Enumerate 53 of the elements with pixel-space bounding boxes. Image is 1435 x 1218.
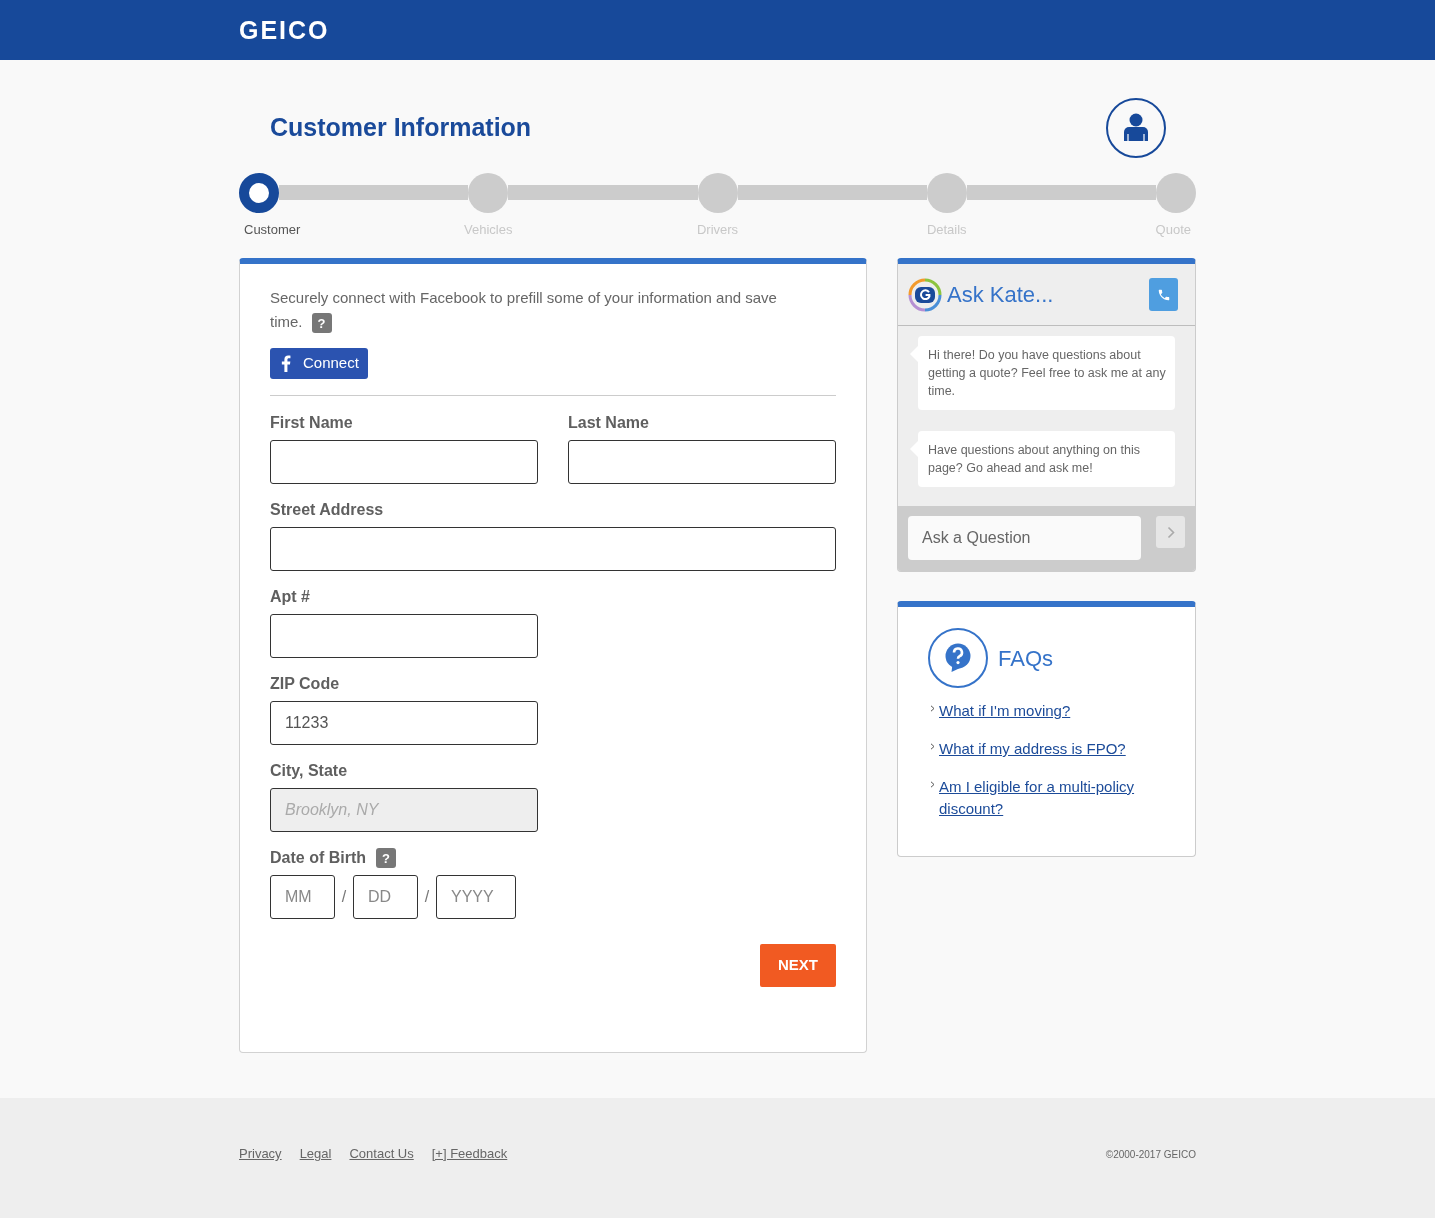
- input-field[interactable]: [568, 440, 836, 484]
- footer-link[interactable]: Legal: [299, 1145, 332, 1163]
- input-field[interactable]: 11233: [270, 701, 538, 745]
- date-separator: /: [424, 887, 430, 907]
- field-label: Date of Birth: [270, 848, 366, 868]
- chevron-right-icon: [930, 705, 935, 712]
- input-field[interactable]: [270, 527, 836, 571]
- field-label: Apt #: [270, 587, 310, 607]
- footer-link[interactable]: Privacy: [239, 1145, 282, 1163]
- field-label: City, State: [270, 761, 348, 781]
- step-marker[interactable]: [468, 173, 509, 213]
- chat-title: Ask Kate...: [947, 281, 1054, 309]
- step-marker[interactable]: [697, 173, 738, 213]
- site-logo[interactable]: GEICO: [239, 17, 330, 43]
- field-label: ZIP Code: [270, 674, 340, 694]
- step-marker[interactable]: [926, 173, 967, 213]
- help-button[interactable]: ?: [376, 848, 396, 868]
- facebook-icon: [281, 355, 291, 372]
- field-label: First Name: [270, 413, 353, 433]
- person-icon[interactable]: [1106, 98, 1166, 158]
- step-marker[interactable]: [1156, 173, 1196, 213]
- input-field[interactable]: [270, 614, 538, 658]
- chat-message: Have questions about anything on this page? Go ahead and ask me!: [910, 431, 1175, 487]
- next-button[interactable]: NEXT: [760, 944, 836, 987]
- field-label: Street Address: [270, 500, 384, 520]
- step-marker[interactable]: [239, 173, 279, 213]
- chevron-right-icon: [1166, 525, 1175, 539]
- faq-link[interactable]: What if I'm moving?: [939, 700, 1071, 722]
- footer-link[interactable]: Contact Us: [349, 1145, 414, 1163]
- date-separator: /: [341, 887, 347, 907]
- chevron-right-icon: [930, 743, 935, 750]
- help-button[interactable]: ?: [311, 313, 332, 334]
- question-field[interactable]: Ask a Question: [908, 516, 1141, 560]
- field-label: Last Name: [568, 413, 649, 433]
- call-button[interactable]: [1149, 278, 1178, 311]
- chat-message: Hi there! Do you have questions about getting a quote? Feel free to ask me at any time.: [910, 336, 1175, 410]
- step-label: Customer: [244, 221, 301, 239]
- page-title: Customer Information: [269, 112, 532, 144]
- connect-button[interactable]: Connect: [270, 348, 368, 379]
- chevron-right-icon: [930, 781, 935, 788]
- date-field[interactable]: YYYY: [436, 875, 516, 919]
- date-field[interactable]: MM: [270, 875, 335, 919]
- input-field[interactable]: [270, 440, 538, 484]
- faq-link[interactable]: What if my address is FPO?: [939, 738, 1126, 760]
- phone-icon: [1156, 287, 1171, 302]
- copyright-text: ©2000-2017 GEICO: [1105, 1147, 1196, 1162]
- faq-link[interactable]: Am I eligible for a multi-policy discount?: [939, 776, 1171, 820]
- footer-link[interactable]: [+] Feedback: [431, 1145, 508, 1163]
- date-field[interactable]: DD: [353, 875, 418, 919]
- intro-text: Securely connect with Facebook to prefill some of your information and save time. ?: [270, 286, 800, 334]
- ring-logo-icon: [907, 276, 943, 313]
- faq-title: FAQs: [998, 644, 1053, 673]
- question-bubble-icon: [928, 628, 988, 688]
